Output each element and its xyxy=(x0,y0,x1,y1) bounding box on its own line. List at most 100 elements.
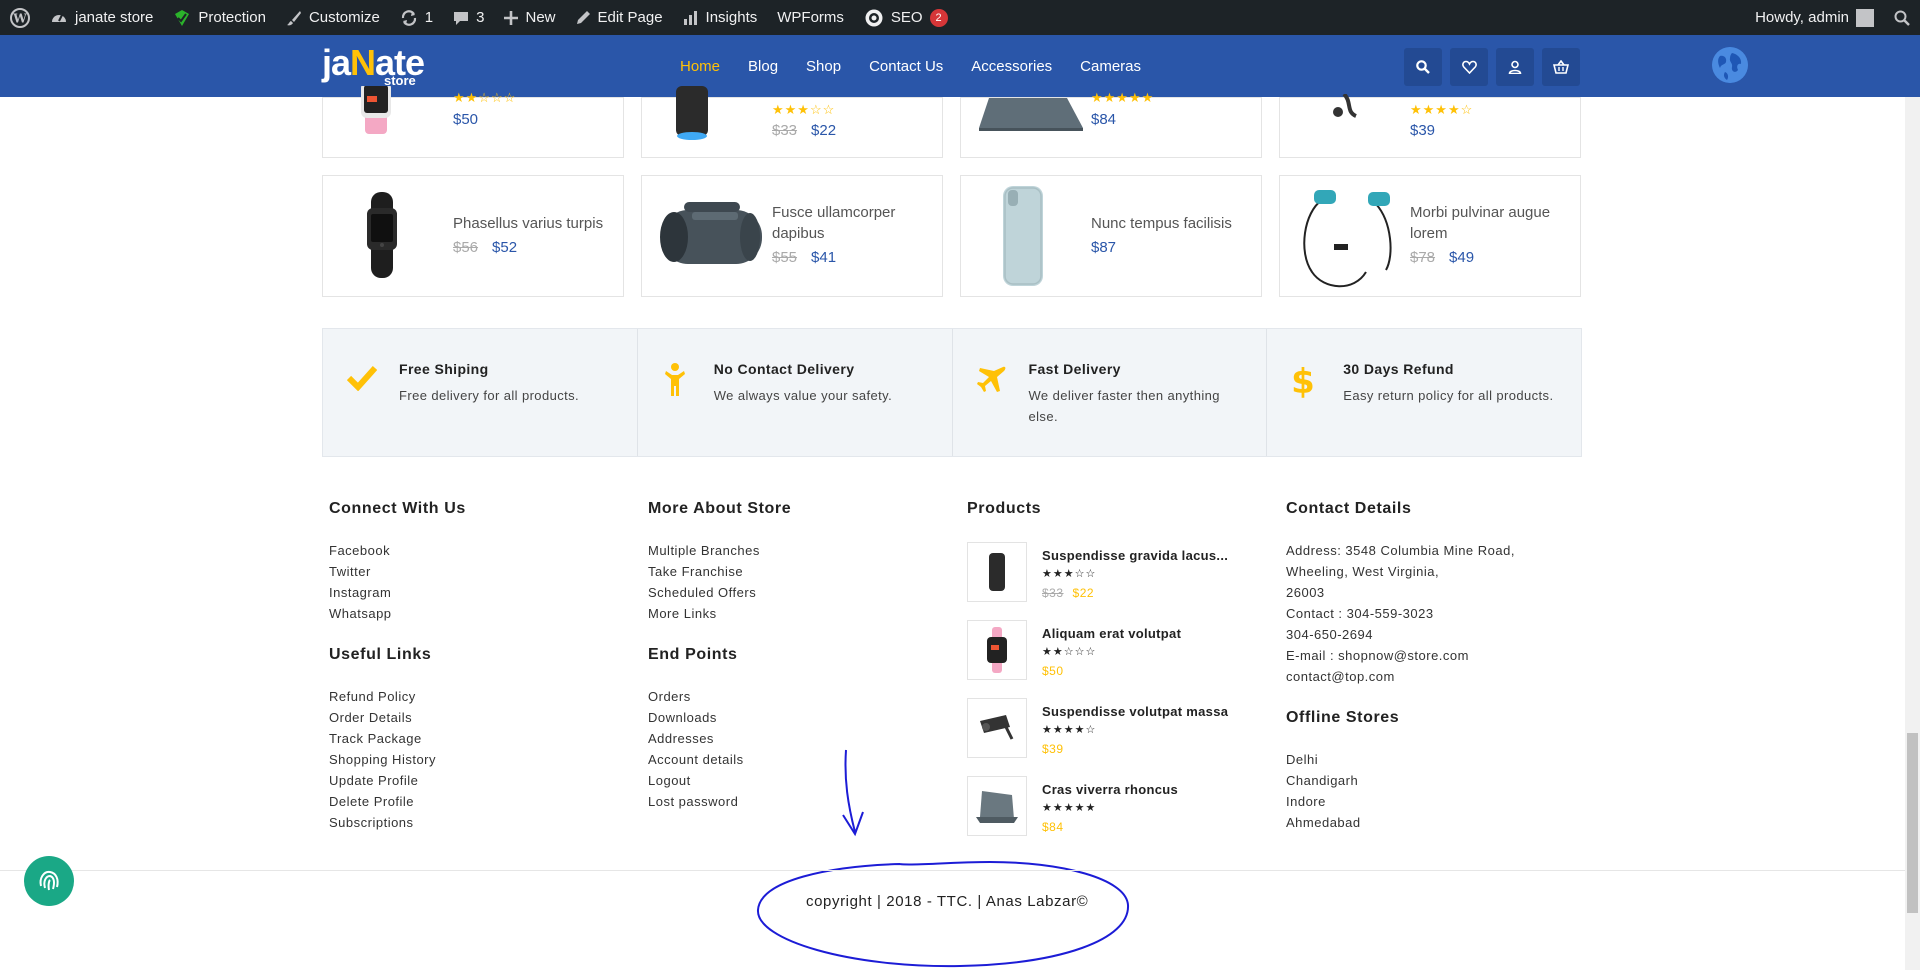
seo-gear-icon xyxy=(865,9,883,26)
footer-link-shopping-history[interactable]: Shopping History xyxy=(329,749,466,770)
nav-accessories[interactable]: Accessories xyxy=(971,58,1052,75)
product-card[interactable]: Fusce ullamcorper dapibus $55 $41 xyxy=(641,175,943,297)
product-name[interactable]: Morbi pulvinar augue lorem xyxy=(1410,202,1575,244)
footer-link-take-franchise[interactable]: Take Franchise xyxy=(648,561,791,582)
contact-email[interactable]: contact@top.com xyxy=(1286,666,1515,687)
site-header: jaNate store Home Blog Shop Contact Us A… xyxy=(0,35,1920,97)
store-indore[interactable]: Indore xyxy=(1286,791,1515,812)
globe-icon xyxy=(1712,47,1748,83)
footer-link-more-links[interactable]: More Links xyxy=(648,603,791,624)
footer-link-scheduled-offers[interactable]: Scheduled Offers xyxy=(648,582,791,603)
updates-link[interactable]: 1 xyxy=(390,0,443,35)
site-name-link[interactable]: janate store xyxy=(40,0,163,35)
footer-link-downloads[interactable]: Downloads xyxy=(648,707,791,728)
footer-link-facebook[interactable]: Facebook xyxy=(329,540,466,561)
product-card[interactable]: ★★★★★ $84 xyxy=(960,90,1262,158)
customize-label: Customize xyxy=(308,9,380,26)
feature-text: We deliver faster then anything else. xyxy=(1028,388,1220,424)
footer-link-orders[interactable]: Orders xyxy=(648,686,791,707)
footer-product-price: $33 $22 xyxy=(1042,586,1095,600)
footer-link-instagram[interactable]: Instagram xyxy=(329,582,466,603)
footer-link-refund-policy[interactable]: Refund Policy xyxy=(329,686,466,707)
rating-stars: ★★★☆☆ xyxy=(772,102,836,117)
avatar xyxy=(1856,8,1874,27)
insights-label: Insights xyxy=(705,9,758,26)
footer-link-multiple-branches[interactable]: Multiple Branches xyxy=(648,540,791,561)
footer-link-track-package[interactable]: Track Package xyxy=(329,728,466,749)
wordpress-logo[interactable]: W xyxy=(0,0,40,35)
seo-link[interactable]: SEO 2 xyxy=(854,0,958,35)
chat-widget-button[interactable] xyxy=(24,856,74,906)
site-logo[interactable]: jaNate store xyxy=(322,42,426,88)
footer-product-stars: ★★★★☆ xyxy=(1042,724,1097,736)
footer-link-whatsapp[interactable]: Whatsapp xyxy=(329,603,466,624)
dashboard-icon xyxy=(52,14,66,22)
protection-link[interactable]: Protection xyxy=(163,0,276,35)
wishlist-button[interactable] xyxy=(1450,48,1488,86)
scrollbar[interactable] xyxy=(1905,97,1920,970)
account-button[interactable] xyxy=(1496,48,1534,86)
speaker-thumb xyxy=(989,553,1005,591)
contact-line: Address: 3548 Columbia Mine Road, xyxy=(1286,543,1515,558)
wpforms-link[interactable]: WPForms xyxy=(767,0,854,35)
product-card[interactable]: Morbi pulvinar augue lorem $78 $49 xyxy=(1279,175,1581,297)
footer-product-title[interactable]: Cras viverra rhoncus xyxy=(1042,782,1178,797)
footer-link-update-profile[interactable]: Update Profile xyxy=(329,770,466,791)
heart-icon xyxy=(1461,60,1477,74)
footer-product[interactable]: Aliquam erat volutpat ★★☆☆☆ $50 xyxy=(967,620,1257,682)
nav-shop[interactable]: Shop xyxy=(806,58,841,75)
footer-link-subscriptions[interactable]: Subscriptions xyxy=(329,812,466,833)
customize-link[interactable]: Customize xyxy=(276,0,390,35)
footer-col-products: Products Suspendisse gravida lacus... ★★… xyxy=(967,500,1267,840)
footer-product-title[interactable]: Suspendisse gravida lacus... xyxy=(1042,548,1228,563)
search-button[interactable] xyxy=(1404,48,1442,86)
product-card[interactable]: ★★☆☆☆ $50 xyxy=(322,86,624,158)
price-block: $50 xyxy=(453,111,479,128)
product-name[interactable]: Phasellus varius turpis xyxy=(453,213,618,234)
rating-stars: ★★☆☆☆ xyxy=(453,90,517,105)
footer-link-logout[interactable]: Logout xyxy=(648,770,791,791)
language-globe-button[interactable] xyxy=(1712,47,1748,83)
product-thumbnail xyxy=(967,542,1027,602)
admin-search[interactable] xyxy=(1884,0,1920,35)
product-name[interactable]: Nunc tempus facilisis xyxy=(1091,213,1256,234)
footer-product[interactable]: Cras viverra rhoncus ★★★★★ $84 xyxy=(967,776,1257,838)
plane-icon xyxy=(976,366,1005,392)
contact-line: 26003 xyxy=(1286,585,1325,600)
store-chandigarh[interactable]: Chandigarh xyxy=(1286,770,1515,791)
footer-product[interactable]: Suspendisse gravida lacus... ★★★☆☆ $33 $2… xyxy=(967,542,1257,604)
footer-product[interactable]: Suspendisse volutpat massa ★★★★☆ $39 xyxy=(967,698,1257,760)
footer-product-title[interactable]: Aliquam erat volutpat xyxy=(1042,626,1181,641)
new-content-link[interactable]: New xyxy=(494,0,565,35)
product-card[interactable]: ★★★☆☆ $33 $22 xyxy=(641,86,943,158)
product-card[interactable]: ★★★★☆ $39 xyxy=(1279,94,1581,158)
comments-link[interactable]: 3 xyxy=(443,0,494,35)
insights-link[interactable]: Insights xyxy=(673,0,768,35)
footer-link-account-details[interactable]: Account details xyxy=(648,749,791,770)
product-card[interactable]: Phasellus varius turpis $56 $52 xyxy=(322,175,624,297)
store-ahmedabad[interactable]: Ahmedabad xyxy=(1286,812,1515,833)
product-name[interactable]: Fusce ullamcorper dapibus xyxy=(772,202,937,244)
bluetooth-speaker-image xyxy=(660,202,762,264)
footer-link-delete-profile[interactable]: Delete Profile xyxy=(329,791,466,812)
nav-home[interactable]: Home xyxy=(680,58,720,75)
footer-link-order-details[interactable]: Order Details xyxy=(329,707,466,728)
footer-link-twitter[interactable]: Twitter xyxy=(329,561,466,582)
feature-title: Free Shiping xyxy=(399,361,489,377)
nav-cameras[interactable]: Cameras xyxy=(1080,58,1141,75)
cart-button[interactable] xyxy=(1542,48,1580,86)
footer-link-addresses[interactable]: Addresses xyxy=(648,728,791,749)
store-delhi[interactable]: Delhi xyxy=(1286,749,1515,770)
product-card[interactable]: Nunc tempus facilisis $87 xyxy=(960,175,1262,297)
footer-link-lost-password[interactable]: Lost password xyxy=(648,791,791,812)
my-account-link[interactable]: Howdy, admin xyxy=(1745,0,1884,35)
svg-text:$: $ xyxy=(1293,363,1313,399)
edit-page-link[interactable]: Edit Page xyxy=(566,0,673,35)
scrollbar-thumb[interactable] xyxy=(1907,733,1918,913)
footer-product-title[interactable]: Suspendisse volutpat massa xyxy=(1042,704,1228,719)
nav-contact-us[interactable]: Contact Us xyxy=(869,58,943,75)
contact-email[interactable]: E-mail : shopnow@store.com xyxy=(1286,645,1515,666)
nav-blog[interactable]: Blog xyxy=(748,58,778,75)
refresh-icon xyxy=(401,9,416,26)
copyright-text: copyright | 2018 - TTC. | Anas Labzar© xyxy=(806,893,1089,910)
